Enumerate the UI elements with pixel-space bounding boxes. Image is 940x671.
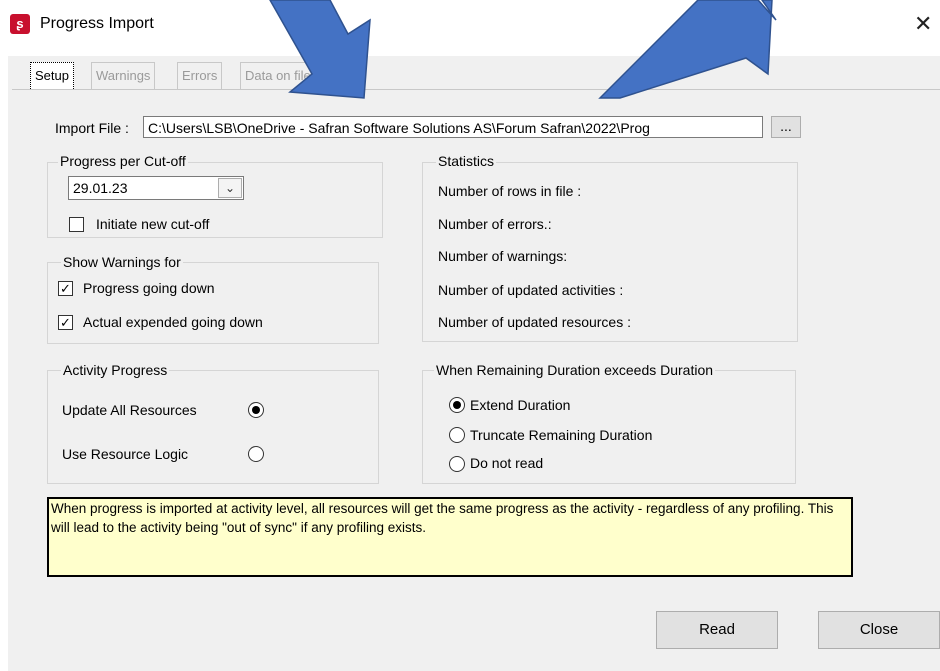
- read-button[interactable]: Read: [656, 611, 778, 649]
- initiate-cutoff-label: Initiate new cut-off: [96, 216, 210, 232]
- activity-progress-title: Activity Progress: [61, 362, 170, 378]
- show-warnings-title: Show Warnings for: [61, 254, 183, 270]
- stat-rows-in-file: Number of rows in file :: [438, 183, 582, 199]
- actual-expended-label: Actual expended going down: [83, 314, 263, 330]
- update-all-resources-radio[interactable]: [248, 402, 264, 418]
- stat-updated-resources: Number of updated resources :: [438, 314, 631, 330]
- import-file-label: Import File :: [55, 120, 129, 136]
- annotation-arrow-left: [269, 0, 371, 99]
- tab-setup[interactable]: Setup: [30, 62, 74, 91]
- stat-updated-activities: Number of updated activities :: [438, 282, 624, 298]
- do-not-read-label: Do not read: [470, 455, 544, 471]
- safran-logo-icon: ʂ: [10, 14, 30, 34]
- close-icon[interactable]: ✕: [914, 13, 932, 35]
- tab-errors[interactable]: Errors: [177, 62, 223, 89]
- show-warnings-group: [47, 262, 379, 344]
- actual-expended-checkbox[interactable]: ✓: [58, 315, 73, 330]
- progress-going-down-checkbox[interactable]: ✓: [58, 281, 73, 296]
- close-button[interactable]: Close: [818, 611, 940, 649]
- import-file-input[interactable]: C:\Users\LSB\OneDrive - Safran Software …: [143, 116, 763, 138]
- stat-warnings: Number of warnings:: [438, 248, 568, 264]
- activity-progress-group: [47, 370, 379, 484]
- chevron-down-icon[interactable]: ⌄: [218, 178, 242, 198]
- progress-going-down-label: Progress going down: [83, 280, 215, 296]
- use-resource-logic-label: Use Resource Logic: [62, 446, 189, 462]
- remaining-duration-title: When Remaining Duration exceeds Duration: [434, 362, 716, 378]
- browse-button[interactable]: ...: [771, 116, 801, 138]
- window-title: Progress Import: [40, 15, 154, 32]
- annotation-arrow-right: [598, 0, 777, 99]
- stat-errors: Number of errors.:: [438, 216, 552, 232]
- info-message-box: When progress is imported at activity le…: [47, 497, 853, 577]
- truncate-remaining-radio[interactable]: [449, 427, 465, 443]
- extend-duration-label: Extend Duration: [470, 397, 571, 413]
- truncate-remaining-label: Truncate Remaining Duration: [470, 427, 653, 443]
- use-resource-logic-radio[interactable]: [248, 446, 264, 462]
- cutoff-group-title: Progress per Cut-off: [58, 153, 188, 169]
- tab-warnings[interactable]: Warnings: [91, 62, 156, 89]
- initiate-cutoff-checkbox[interactable]: [69, 217, 84, 232]
- extend-duration-radio[interactable]: [449, 397, 465, 413]
- statistics-title: Statistics: [436, 153, 497, 169]
- do-not-read-radio[interactable]: [449, 456, 465, 472]
- update-all-resources-label: Update All Resources: [62, 402, 197, 418]
